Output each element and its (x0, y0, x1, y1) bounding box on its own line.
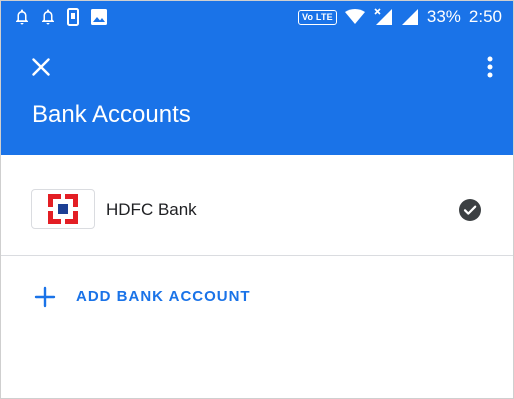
volte-badge: Vo LTE (298, 9, 337, 25)
check-circle-icon (459, 199, 481, 221)
phone-icon (67, 8, 79, 26)
status-bar: Vo LTE 33% 2:50 (0, 0, 514, 36)
plus-icon (34, 286, 56, 308)
add-bank-account-label: ADD BANK ACCOUNT (76, 288, 251, 305)
close-icon (32, 58, 50, 76)
bell-icon (16, 9, 28, 25)
clock: 2:50 (468, 7, 502, 26)
more-options-button[interactable] (480, 52, 500, 82)
bell-icon (42, 9, 54, 25)
signal-no-data-icon (374, 8, 392, 25)
more-vert-icon (487, 56, 493, 78)
bank-logo (31, 189, 95, 229)
close-button[interactable] (26, 52, 56, 82)
system-status: Vo LTE 33% 2:50 (298, 6, 502, 28)
app-bar: Bank Accounts (0, 36, 514, 155)
add-bank-account-button[interactable]: ADD BANK ACCOUNT (0, 280, 514, 316)
bank-name: HDFC Bank (106, 200, 197, 219)
bank-account-row[interactable]: HDFC Bank (0, 155, 514, 256)
wifi-icon (344, 9, 365, 24)
notification-icons (14, 8, 108, 26)
signal-icon (401, 9, 418, 25)
battery-percent: 33% (426, 7, 461, 26)
page-title: Bank Accounts (32, 101, 191, 128)
hdfc-logo-icon (48, 194, 78, 224)
image-icon (91, 9, 107, 25)
